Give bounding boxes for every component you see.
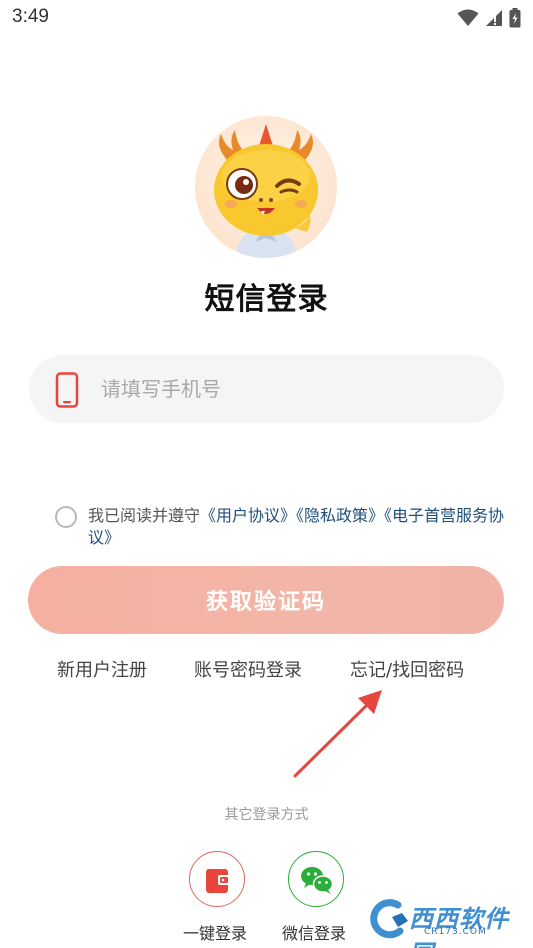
annotation-arrow: [293, 690, 382, 778]
signal-icon: [485, 9, 503, 31]
mobile-phone-icon: [55, 372, 79, 408]
other-login-label: 其它登录方式: [224, 807, 309, 823]
one-click-login-label: 一键登录: [183, 924, 248, 943]
watermark-subtext: CR173.COM: [424, 927, 487, 937]
forgot-password-link[interactable]: 忘记/找回密码: [350, 656, 464, 682]
phone-field[interactable]: [29, 355, 504, 423]
status-icons: [457, 8, 521, 32]
watermark-logo-icon: [370, 899, 408, 939]
get-code-button[interactable]: 获取验证码: [28, 566, 504, 634]
watermark-text: 西西软件园: [409, 905, 509, 948]
battery-icon: [509, 8, 521, 32]
dragon-mascot-icon: [214, 124, 318, 258]
user-agreement-link[interactable]: 《用户协议》: [200, 506, 296, 525]
page-title: 短信登录: [204, 282, 329, 317]
phone-input[interactable]: [101, 355, 481, 423]
agreement-prefix: 我已阅读并遵守: [88, 506, 201, 525]
wifi-icon: [457, 9, 479, 31]
wechat-login-label: 微信登录: [282, 924, 347, 943]
status-bar: 3:49: [0, 0, 533, 36]
avatar: [195, 116, 337, 258]
password-login-link[interactable]: 账号密码登录: [194, 656, 302, 682]
agreement-checkbox[interactable]: [55, 506, 77, 528]
one-click-login-icon: [206, 869, 230, 893]
wechat-icon: [301, 867, 334, 894]
agreement-text: 我已阅读并遵守《用户协议》《隐私政策》《电子首营服务协议》: [88, 505, 508, 549]
watermark: 西西软件园 CR173.COM: [368, 897, 523, 948]
register-link[interactable]: 新用户注册: [57, 656, 147, 682]
privacy-policy-link[interactable]: 《隐私政策》: [296, 506, 384, 525]
status-time: 3:49: [12, 6, 49, 27]
wechat-login-button[interactable]: [288, 851, 344, 907]
one-click-login-button[interactable]: [189, 851, 245, 907]
